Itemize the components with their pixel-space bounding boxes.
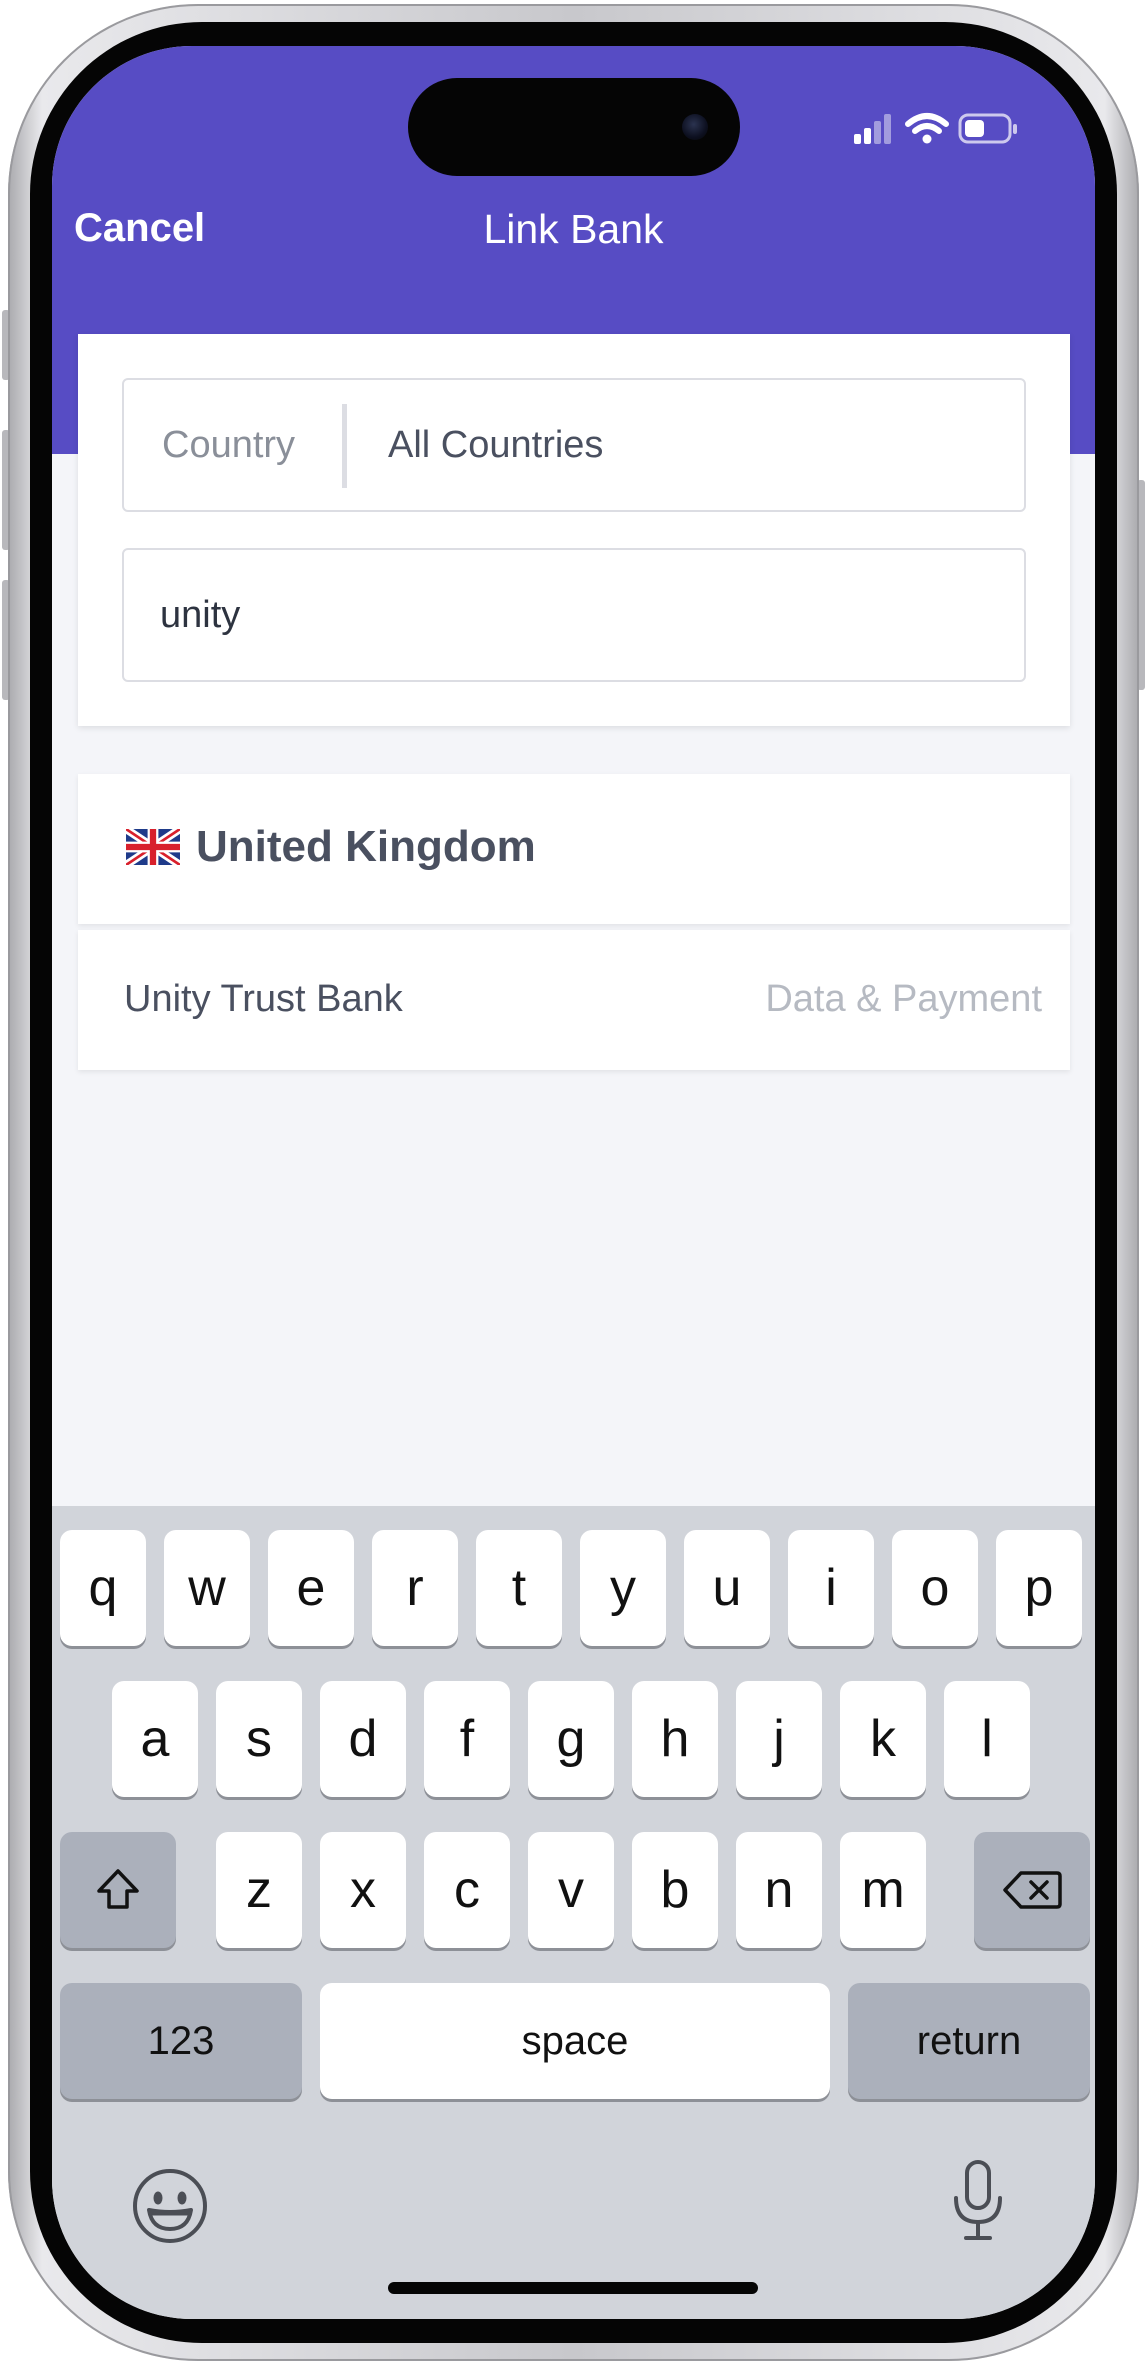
dictation-button[interactable]	[948, 2156, 1008, 2246]
country-selector[interactable]: Country All Countries	[122, 378, 1026, 512]
key-w[interactable]: w	[164, 1530, 250, 1646]
key-v[interactable]: v	[528, 1832, 614, 1948]
uk-flag-icon	[126, 829, 180, 865]
shift-icon	[97, 1869, 139, 1909]
emoji-button[interactable]	[130, 2166, 210, 2246]
backspace-key[interactable]	[974, 1832, 1090, 1948]
key-d[interactable]: d	[320, 1681, 406, 1797]
key-a[interactable]: a	[112, 1681, 198, 1797]
keyboard: q w e r t y u i o p a s d f g h j k l z …	[52, 1506, 1095, 2319]
cellular-signal-icon	[854, 114, 891, 144]
status-bar	[800, 104, 1020, 154]
phone-screen: Cancel Link Bank Country All Countries u…	[52, 46, 1095, 2319]
group-country-name: United Kingdom	[196, 822, 536, 871]
search-field[interactable]	[122, 548, 1026, 682]
key-l[interactable]: l	[944, 1681, 1030, 1797]
results-group-header: United Kingdom	[78, 774, 1070, 924]
bank-type: Data & Payment	[765, 978, 1042, 1020]
key-n[interactable]: n	[736, 1832, 822, 1948]
battery-icon	[958, 113, 1017, 144]
key-t[interactable]: t	[476, 1530, 562, 1646]
home-indicator[interactable]	[388, 2282, 758, 2294]
emoji-icon	[133, 2169, 207, 2243]
space-key-label: space	[521, 2018, 629, 2063]
key-h[interactable]: h	[632, 1681, 718, 1797]
microphone-icon	[954, 2160, 1002, 2240]
numbers-key[interactable]: 123	[60, 1983, 302, 2099]
space-key[interactable]: space	[320, 1983, 830, 2099]
search-input[interactable]	[160, 580, 980, 650]
key-y[interactable]: y	[580, 1530, 666, 1646]
key-m[interactable]: m	[840, 1832, 926, 1948]
country-value: All Countries	[388, 424, 604, 466]
backspace-icon	[1003, 1871, 1062, 1909]
country-label: Country	[162, 424, 296, 466]
bank-result-row[interactable]: Unity Trust Bank Data & Payment	[78, 930, 1070, 1070]
front-camera	[682, 114, 708, 140]
shift-key[interactable]	[60, 1832, 176, 1948]
key-f[interactable]: f	[424, 1681, 510, 1797]
key-g[interactable]: g	[528, 1681, 614, 1797]
bank-name: Unity Trust Bank	[124, 978, 403, 1020]
search-card: Country All Countries	[78, 334, 1070, 726]
return-key-label: return	[916, 2018, 1022, 2063]
key-j[interactable]: j	[736, 1681, 822, 1797]
wifi-icon	[905, 113, 949, 144]
page-title: Link Bank	[483, 206, 664, 252]
key-q[interactable]: q	[60, 1530, 146, 1646]
key-s[interactable]: s	[216, 1681, 302, 1797]
key-b[interactable]: b	[632, 1832, 718, 1948]
key-u[interactable]: u	[684, 1530, 770, 1646]
key-i[interactable]: i	[788, 1530, 874, 1646]
key-p[interactable]: p	[996, 1530, 1082, 1646]
numbers-key-label: 123	[147, 2018, 215, 2063]
divider	[342, 404, 347, 488]
key-c[interactable]: c	[424, 1832, 510, 1948]
key-e[interactable]: e	[268, 1530, 354, 1646]
key-z[interactable]: z	[216, 1832, 302, 1948]
key-x[interactable]: x	[320, 1832, 406, 1948]
return-key[interactable]: return	[848, 1983, 1090, 2099]
key-k[interactable]: k	[840, 1681, 926, 1797]
key-o[interactable]: o	[892, 1530, 978, 1646]
key-r[interactable]: r	[372, 1530, 458, 1646]
